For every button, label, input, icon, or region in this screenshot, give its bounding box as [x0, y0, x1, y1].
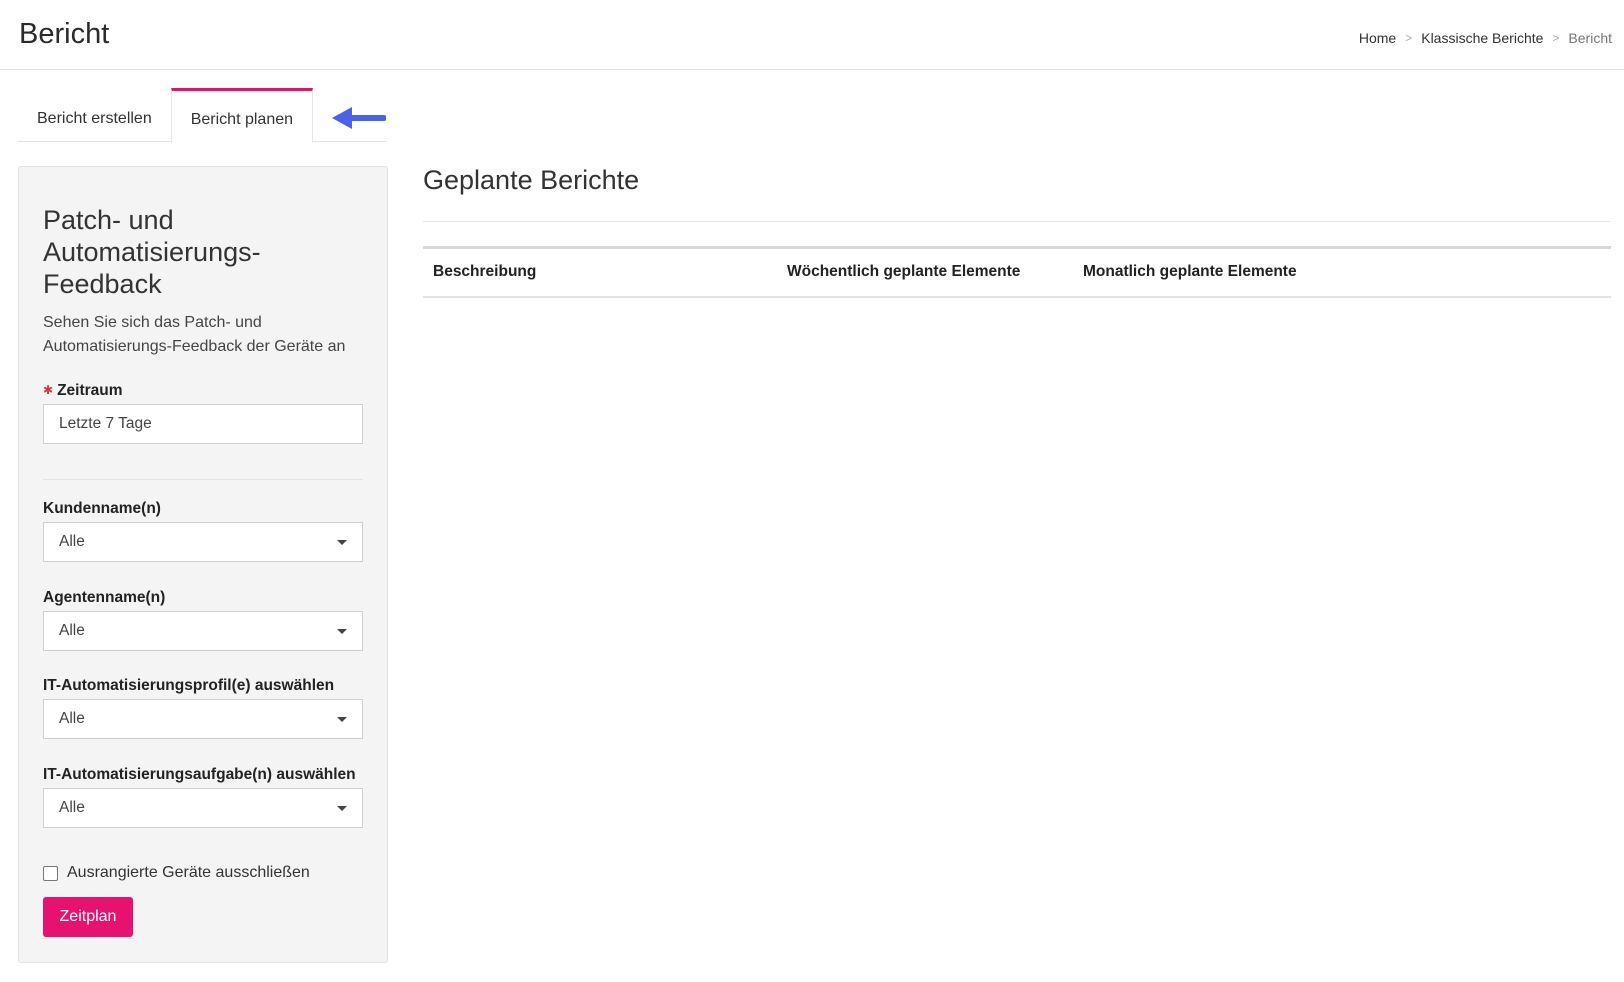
breadcrumb-separator: >: [1405, 31, 1413, 45]
section-divider: [423, 221, 1611, 222]
breadcrumb-current: Bericht: [1568, 30, 1612, 46]
timerange-label: ✱ Zeitraum: [43, 382, 123, 400]
form-divider: [43, 479, 363, 480]
breadcrumb-classic-reports[interactable]: Klassische Berichte: [1421, 30, 1543, 46]
profiles-label: IT-Automatisierungsprofil(e) auswählen: [43, 677, 335, 694]
page-header: Bericht Home > Klassische Berichte > Ber…: [0, 0, 1624, 70]
timerange-label-text: Zeitraum: [57, 382, 123, 399]
agents-value: Alle: [59, 622, 85, 639]
tasks-select[interactable]: Alle: [43, 788, 363, 828]
breadcrumb: Home > Klassische Berichte > Bericht: [1359, 30, 1612, 46]
timerange-input[interactable]: Letzte 7 Tage: [43, 404, 363, 444]
agents-label: Agentenname(n): [43, 589, 166, 606]
customers-label: Kundenname(n): [43, 500, 161, 517]
caret-down-icon: [337, 628, 347, 634]
form-description: Sehen Sie sich das Patch- und Automatisi…: [43, 314, 346, 355]
report-form-panel: Patch- und Automatisierungs-Feedback Seh…: [18, 166, 388, 963]
profiles-select[interactable]: Alle: [43, 699, 363, 739]
column-header-description[interactable]: Beschreibung: [433, 263, 536, 281]
page-title: Bericht: [19, 18, 110, 50]
exclude-retired-checkbox[interactable]: [43, 865, 58, 881]
arrow-left-icon: [332, 107, 386, 129]
column-header-monthly[interactable]: Monatlich geplante Elemente: [1083, 263, 1297, 281]
caret-down-icon: [337, 805, 347, 811]
caret-down-icon: [337, 716, 347, 722]
customers-select[interactable]: Alle: [43, 522, 363, 562]
breadcrumb-home[interactable]: Home: [1359, 30, 1396, 46]
tasks-value: Alle: [59, 799, 85, 816]
tab-schedule-report[interactable]: Bericht planen: [170, 88, 314, 143]
exclude-retired-row: Ausrangierte Geräte ausschließen: [43, 864, 310, 882]
required-asterisk-icon: ✱: [43, 383, 54, 397]
timerange-value: Letzte 7 Tage: [59, 415, 152, 432]
scheduled-reports-table: Beschreibung Wöchentlich geplante Elemen…: [423, 246, 1611, 298]
schedule-button[interactable]: Zeitplan: [43, 897, 133, 937]
customers-value: Alle: [59, 533, 85, 550]
profiles-value: Alle: [59, 710, 85, 727]
exclude-retired-label[interactable]: Ausrangierte Geräte ausschließen: [67, 864, 310, 882]
form-title: Patch- und Automatisierungs-Feedback: [43, 205, 261, 299]
agents-select[interactable]: Alle: [43, 611, 363, 651]
tab-create-report[interactable]: Bericht erstellen: [18, 88, 171, 142]
caret-down-icon: [337, 539, 347, 545]
tasks-label: IT-Automatisierungsaufgabe(n) auswählen: [43, 766, 356, 783]
scheduled-reports-title: Geplante Berichte: [423, 165, 640, 195]
breadcrumb-separator: >: [1552, 31, 1560, 45]
column-header-weekly[interactable]: Wöchentlich geplante Elemente: [787, 263, 1020, 281]
